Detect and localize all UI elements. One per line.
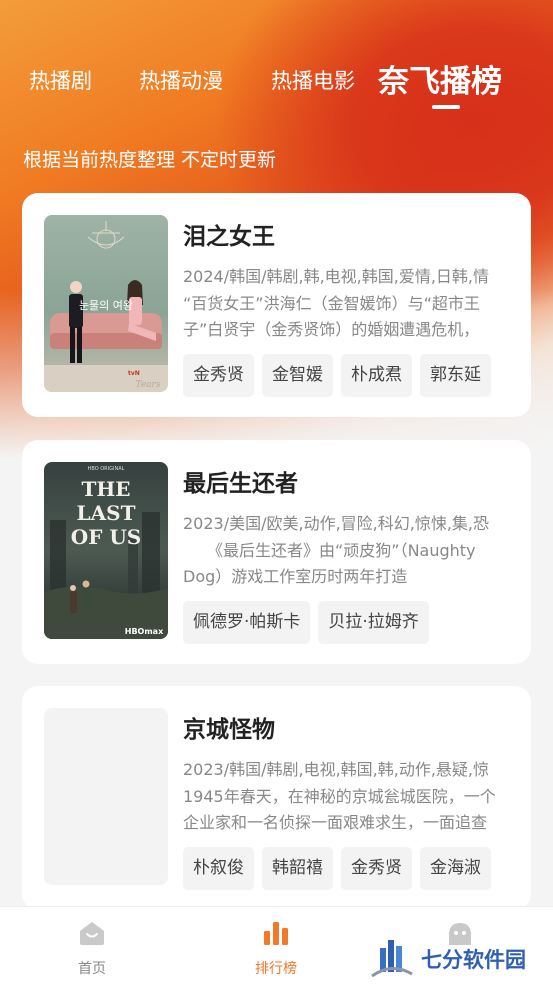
- ranking-icon: [264, 922, 288, 945]
- svg-text:눈물의 여왕: 눈물의 여왕: [79, 299, 133, 312]
- category-tabs: 热播剧 热播动漫 热播电影 奈飞播榜: [0, 52, 553, 112]
- watermark-icon: [371, 940, 413, 978]
- svg-text:Tears: Tears: [136, 380, 161, 390]
- show-title: 泪之女王: [183, 224, 275, 250]
- svg-text:THE: THE: [81, 477, 130, 501]
- show-description: 《最后生还者》由“顽皮狗”（Naughty Dog）游戏工作室历时两年打造: [183, 541, 476, 586]
- tab-hot-movies[interactable]: 热播电影: [271, 65, 355, 95]
- cast-tag[interactable]: 金秀贤: [183, 354, 254, 397]
- cast-tag[interactable]: 朴叙俊: [183, 847, 254, 890]
- show-title: 最后生还者: [183, 471, 298, 497]
- nav-ranking-label: 排行榜: [255, 961, 297, 977]
- tab-hot-anime[interactable]: 热播动漫: [139, 65, 223, 95]
- cast-tag[interactable]: 郭东延: [420, 354, 491, 397]
- watermark-text: 七分软件园: [421, 948, 526, 972]
- cast-tag[interactable]: 金秀贤: [341, 847, 412, 890]
- show-card[interactable]: 눈물의 여왕 Tears tvN 泪之女王 2024/韩国/韩剧,韩,电视,韩国…: [22, 193, 531, 417]
- svg-text:OF US: OF US: [71, 525, 141, 549]
- home-icon: [80, 922, 104, 945]
- svg-text:tvN: tvN: [128, 370, 140, 377]
- nav-home[interactable]: 首页: [32, 907, 152, 984]
- cast-tags: 佩德罗·帕斯卡 贝拉·拉姆齐: [183, 601, 429, 644]
- nav-home-label: 首页: [78, 961, 106, 977]
- poster-image: 눈물의 여왕 Tears tvN: [44, 215, 168, 392]
- tab-hot-dramas[interactable]: 热播剧: [29, 65, 92, 95]
- cast-tag[interactable]: 朴成焄: [341, 354, 412, 397]
- svg-text:HBO ORIGINAL: HBO ORIGINAL: [88, 466, 125, 472]
- cast-tag[interactable]: 贝拉·拉姆齐: [318, 601, 429, 644]
- show-card[interactable]: 京城怪物 2023/韩国/韩剧,电视,韩国,韩,动作,悬疑,惊 1945年春天，…: [22, 686, 531, 910]
- nav-ranking[interactable]: 排行榜: [216, 907, 336, 984]
- cast-tags: 金秀贤 金智媛 朴成焄 郭东延: [183, 354, 491, 397]
- ranking-subtitle: 根据当前热度整理 不定时更新: [23, 149, 277, 171]
- cast-tag[interactable]: 佩德罗·帕斯卡: [183, 601, 311, 644]
- cast-tag[interactable]: 金海淑: [420, 847, 491, 890]
- show-description: “百货女王”洪海仁（金智媛饰）与“超市王子”白贤宇（金秀贤饰）的婚姻遭遇危机，: [183, 294, 480, 339]
- active-tab-indicator: [432, 105, 460, 109]
- show-title: 京城怪物: [183, 717, 275, 743]
- show-meta: 2023/美国/欧美,动作,冒险,科幻,惊悚,集,恐: [183, 514, 490, 533]
- tab-netflix-ranking[interactable]: 奈飞播榜: [378, 56, 502, 101]
- cast-tag[interactable]: 金智媛: [262, 354, 333, 397]
- show-card[interactable]: HBO ORIGINAL THE LAST OF US HBOmax 最后生还者…: [22, 440, 531, 664]
- cast-tags: 朴叙俊 韩韶禧 金秀贤 金海淑: [183, 847, 491, 890]
- show-description: 1945年春天，在神秘的京城瓮城医院，一个企业家和一名侦探一面艰难求生，一面追查: [183, 787, 496, 832]
- svg-text:HBOmax: HBOmax: [125, 627, 164, 636]
- cast-tag[interactable]: 韩韶禧: [262, 847, 333, 890]
- poster-placeholder: [44, 708, 168, 885]
- show-meta: 2023/韩国/韩剧,电视,韩国,韩,动作,悬疑,惊: [183, 760, 490, 779]
- poster-image: HBO ORIGINAL THE LAST OF US HBOmax: [44, 462, 168, 639]
- watermark-logo: 七分软件园: [368, 930, 548, 980]
- svg-text:LAST: LAST: [77, 501, 136, 525]
- show-meta: 2024/韩国/韩剧,韩,电视,韩国,爱情,日韩,情: [183, 267, 490, 286]
